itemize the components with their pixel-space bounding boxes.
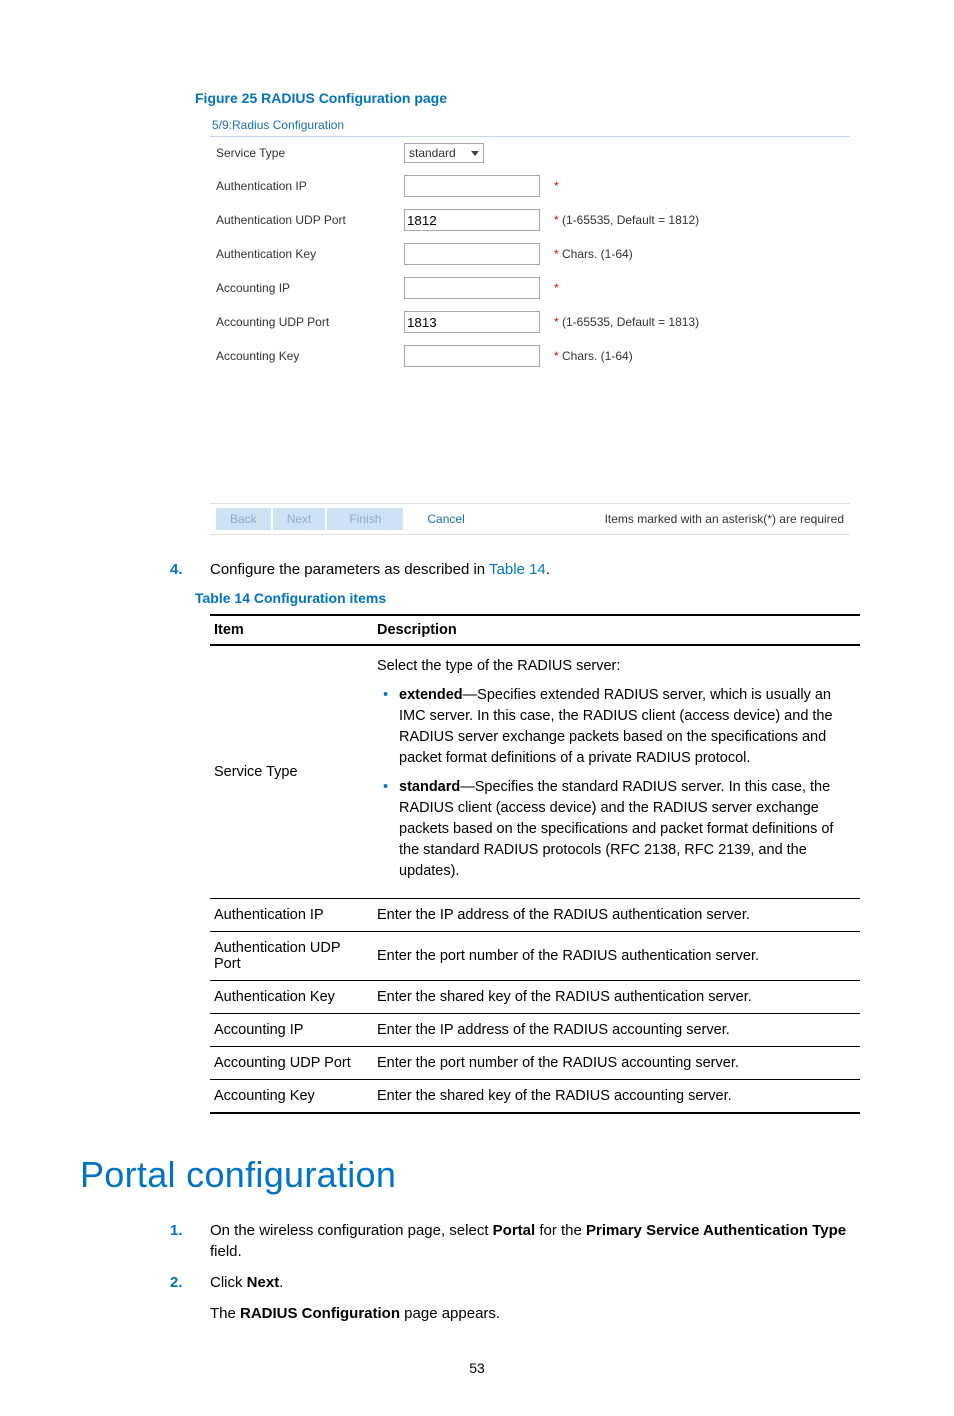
hint-auth-ip: * (550, 173, 850, 199)
portal-step1-b1: Portal (493, 1222, 536, 1239)
finish-button[interactable]: Finish (327, 508, 403, 530)
table14-link[interactable]: Table 14 (489, 561, 546, 578)
config-table: Item Description Service Type Select the… (210, 614, 860, 1114)
cell-item: Accounting IP (210, 1014, 373, 1047)
bullet-extended: extended—Specifies extended RADIUS serve… (399, 685, 856, 769)
cell-desc: Enter the IP address of the RADIUS authe… (373, 899, 860, 932)
chevron-down-icon (471, 151, 479, 156)
portal-step2-pre: Click (210, 1274, 247, 1291)
th-item: Item (210, 615, 373, 645)
th-desc: Description (373, 615, 860, 645)
table-row: Accounting UDP Port Enter the port numbe… (210, 1047, 860, 1080)
next-button[interactable]: Next (273, 508, 326, 530)
table-caption: Table 14 Configuration items (195, 590, 874, 606)
step4-text-pre: Configure the parameters as described in (210, 561, 489, 578)
portal-step-2: 2. Click Next. (160, 1272, 874, 1293)
cell-desc: Enter the port number of the RADIUS acco… (373, 1047, 860, 1080)
portal-step2-b: Next (247, 1274, 280, 1291)
service-type-value: standard (409, 146, 456, 160)
cell-item: Accounting Key (210, 1080, 373, 1114)
hint-auth-key: * Chars. (1-64) (550, 241, 850, 267)
step-number-4: 4. (160, 559, 210, 580)
cell-desc: Enter the port number of the RADIUS auth… (373, 932, 860, 981)
back-button[interactable]: Back (216, 508, 271, 530)
portal-step1-pre: On the wireless configuration page, sele… (210, 1222, 493, 1239)
label-acct-key: Accounting Key (210, 343, 400, 369)
auth-key-input[interactable] (404, 243, 540, 265)
footer-note: Items marked with an asterisk(*) are req… (605, 512, 844, 526)
step4-text-post: . (546, 561, 550, 578)
cell-item: Accounting UDP Port (210, 1047, 373, 1080)
cell-item: Authentication Key (210, 981, 373, 1014)
auth-ip-input[interactable] (404, 175, 540, 197)
screenshot-title: 5/9:Radius Configuration (210, 114, 850, 137)
cell-desc: Enter the shared key of the RADIUS accou… (373, 1080, 860, 1114)
service-type-intro: Select the type of the RADIUS server: (377, 656, 856, 677)
table-row: Accounting Key Enter the shared key of t… (210, 1080, 860, 1114)
label-service-type: Service Type (210, 140, 400, 166)
hint-service-type (550, 147, 850, 159)
service-type-select[interactable]: standard (404, 143, 484, 163)
table-row: Authentication Key Enter the shared key … (210, 981, 860, 1014)
label-acct-ip: Accounting IP (210, 275, 400, 301)
form-grid: Service Type standard Authentication IP … (210, 137, 850, 373)
label-acct-port: Accounting UDP Port (210, 309, 400, 335)
table-row: Authentication UDP Port Enter the port n… (210, 932, 860, 981)
cell-item: Service Type (210, 645, 373, 899)
acct-ip-input[interactable] (404, 277, 540, 299)
step-number-1: 1. (160, 1220, 210, 1262)
portal-step1-post: field. (210, 1243, 242, 1260)
label-auth-key: Authentication Key (210, 241, 400, 267)
hint-acct-ip: * (550, 275, 850, 301)
cell-desc: Enter the IP address of the RADIUS accou… (373, 1014, 860, 1047)
hint-acct-key: * Chars. (1-64) (550, 343, 850, 369)
portal-step-1: 1. On the wireless configuration page, s… (160, 1220, 874, 1262)
radius-config-screenshot: 5/9:Radius Configuration Service Type st… (210, 114, 850, 535)
portal-step1-mid: for the (535, 1222, 586, 1239)
cell-item: Authentication IP (210, 899, 373, 932)
hint-acct-port: * (1-65535, Default = 1813) (550, 309, 850, 335)
screenshot-footer: Back Next Finish Cancel Items marked wit… (210, 503, 850, 535)
acct-key-input[interactable] (404, 345, 540, 367)
hint-auth-port: * * (1-65535, Default = 1812)(1-65535, D… (550, 207, 850, 233)
bullet-standard: standard—Specifies the standard RADIUS s… (399, 777, 856, 882)
table-row: Service Type Select the type of the RADI… (210, 645, 860, 899)
cell-desc: Enter the shared key of the RADIUS authe… (373, 981, 860, 1014)
section-heading-portal: Portal configuration (80, 1154, 874, 1196)
step-number-2: 2. (160, 1272, 210, 1293)
portal-step1-b2: Primary Service Authentication Type (586, 1222, 846, 1239)
label-auth-port: Authentication UDP Port (210, 207, 400, 233)
cancel-button[interactable]: Cancel (405, 508, 486, 530)
page-number: 53 (80, 1360, 874, 1376)
table-row: Accounting IP Enter the IP address of th… (210, 1014, 860, 1047)
auth-port-input[interactable] (404, 209, 540, 231)
acct-port-input[interactable] (404, 311, 540, 333)
step-4: 4. Configure the parameters as described… (160, 559, 874, 580)
label-auth-ip: Authentication IP (210, 173, 400, 199)
figure-caption: Figure 25 RADIUS Configuration page (195, 90, 874, 106)
cell-desc-service-type: Select the type of the RADIUS server: ex… (373, 645, 860, 899)
table-row: Authentication IP Enter the IP address o… (210, 899, 860, 932)
portal-step2-line2: The RADIUS Configuration page appears. (210, 1303, 874, 1324)
cell-item: Authentication UDP Port (210, 932, 373, 981)
portal-step2-post: . (279, 1274, 283, 1291)
